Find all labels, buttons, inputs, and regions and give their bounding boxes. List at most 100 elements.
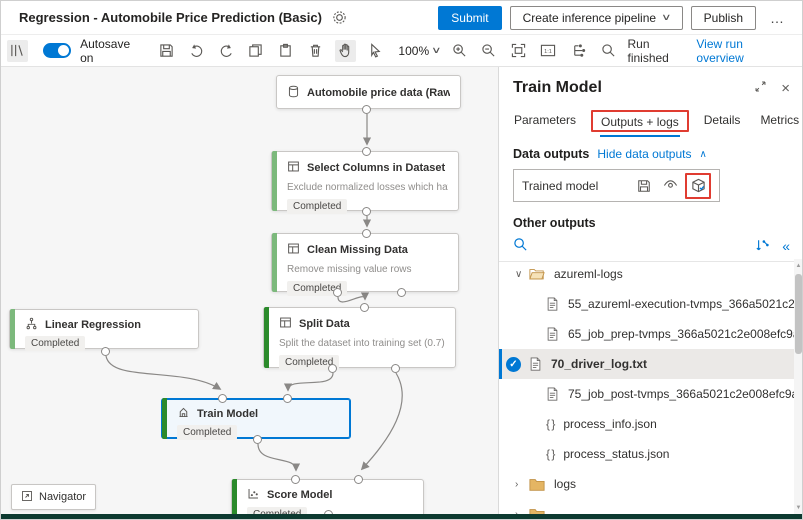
tree-label: logs	[554, 477, 576, 491]
close-panel-icon[interactable]: ×	[781, 81, 790, 96]
tab-outputs-logs[interactable]: Outputs + logs	[600, 109, 680, 137]
submit-button[interactable]: Submit	[438, 6, 501, 30]
svg-text:1:1: 1:1	[545, 49, 553, 55]
collapse-all-icon[interactable]: «	[782, 238, 790, 254]
select-cursor-icon[interactable]	[365, 40, 386, 62]
tree-file-process-status[interactable]: { } process_status.json	[499, 439, 795, 469]
sort-view-icon[interactable]	[756, 238, 770, 255]
settings-gear-icon[interactable]	[332, 10, 347, 25]
zoom-out-icon[interactable]	[479, 40, 500, 62]
algorithm-tree-icon	[25, 317, 38, 333]
publish-button[interactable]: Publish	[691, 6, 756, 30]
pan-hand-icon[interactable]	[335, 40, 356, 62]
node-train-model[interactable]: Train Model Completed	[161, 398, 351, 439]
tab-parameters[interactable]: Parameters	[513, 107, 577, 135]
auto-layout-icon[interactable]	[568, 40, 589, 62]
node-linear-regression[interactable]: Linear Regression Completed	[9, 309, 199, 349]
output-port[interactable]	[391, 364, 400, 373]
preview-output-icon[interactable]	[659, 175, 681, 197]
input-port[interactable]	[218, 394, 227, 403]
pipeline-canvas[interactable]: Automobile price data (Raw) Select Colum…	[1, 67, 498, 514]
input-port[interactable]	[362, 229, 371, 238]
tree-label: process_status.json	[563, 447, 669, 461]
hide-data-outputs-link[interactable]: Hide data outputs	[597, 147, 691, 161]
tab-metrics[interactable]: Metrics	[759, 107, 800, 135]
input-port[interactable]	[360, 303, 369, 312]
table-icon	[287, 160, 300, 176]
node-automobile-price-data[interactable]: Automobile price data (Raw)	[276, 75, 461, 109]
scroll-down-icon[interactable]: ▼	[794, 501, 803, 514]
expand-panel-icon[interactable]	[754, 80, 767, 96]
output-port[interactable]	[362, 105, 371, 114]
input-port[interactable]	[354, 475, 363, 484]
node-select-columns[interactable]: Select Columns in Dataset Exclude normal…	[271, 151, 459, 211]
undo-icon[interactable]	[186, 40, 207, 62]
output-port[interactable]	[333, 288, 342, 297]
scrollbar-thumb[interactable]	[795, 274, 802, 354]
input-port[interactable]	[362, 147, 371, 156]
navigator-button[interactable]: Navigator	[11, 484, 96, 510]
output-port[interactable]	[397, 288, 406, 297]
save-output-icon[interactable]	[633, 175, 655, 197]
tree-label: 65_job_prep-tvmps_366a5021c2e008efc9a8ef…	[568, 327, 795, 341]
zoom-to-fit-icon[interactable]	[508, 40, 529, 62]
input-port[interactable]	[283, 394, 292, 403]
output-port[interactable]	[362, 207, 371, 216]
status-badge: Completed	[177, 425, 237, 440]
zoom-level-dropdown[interactable]: 100%∨	[398, 44, 439, 58]
chevron-right-icon[interactable]: ›	[515, 479, 529, 490]
more-options-button[interactable]: …	[764, 10, 792, 26]
tab-details[interactable]: Details	[703, 107, 742, 135]
tree-label: 75_job_post-tvmps_366a5021c2e008efc9a8ef…	[568, 387, 795, 401]
file-icon	[546, 387, 559, 401]
scatter-chart-icon	[247, 487, 260, 503]
train-model-icon	[177, 406, 190, 422]
output-port[interactable]	[101, 347, 110, 356]
file-icon	[546, 297, 559, 311]
zoom-in-icon[interactable]	[449, 40, 470, 62]
delete-icon[interactable]	[305, 40, 326, 62]
tree-label: 70_driver_log.txt	[551, 357, 647, 371]
tree-folder-logs[interactable]: › logs	[499, 469, 795, 499]
node-title: Linear Regression	[45, 319, 141, 331]
chevron-down-icon[interactable]: ∨	[515, 269, 529, 280]
actual-size-icon[interactable]: 1:1	[538, 40, 559, 62]
node-clean-missing-data[interactable]: Clean Missing Data Remove missing value …	[271, 233, 459, 292]
node-split-data[interactable]: Split Data Split the dataset into traini…	[263, 307, 456, 368]
status-badge: Completed	[25, 336, 85, 351]
view-run-overview-link[interactable]: View run overview	[696, 37, 788, 65]
asset-library-icon[interactable]	[7, 40, 28, 62]
copy-icon[interactable]	[246, 40, 267, 62]
tree-folder-azureml-logs[interactable]: ∨ azureml-logs	[499, 259, 795, 289]
toolbar: Autosave on 100%∨ 1:1 Run finished View …	[1, 35, 802, 67]
save-icon[interactable]	[156, 40, 177, 62]
autosave-label: Autosave on	[80, 37, 143, 65]
tree-scrollbar[interactable]: ▲ ▼	[794, 259, 803, 514]
search-icon[interactable]	[513, 237, 528, 255]
folder-open-icon	[529, 267, 545, 281]
tree-file-process-info[interactable]: { } process_info.json	[499, 409, 795, 439]
tree-folder-partial[interactable]: ›	[499, 499, 795, 514]
tree-file-70-driver-log[interactable]: ✓ 70_driver_log.txt	[499, 349, 795, 379]
redo-icon[interactable]	[216, 40, 237, 62]
tree-file-65-job-prep[interactable]: 65_job_prep-tvmps_366a5021c2e008efc9a8ef…	[499, 319, 795, 349]
register-model-icon[interactable]	[687, 175, 709, 197]
other-outputs-heading: Other outputs	[499, 202, 803, 230]
output-port[interactable]	[324, 510, 333, 514]
search-icon[interactable]	[598, 40, 619, 62]
annotation-register-icon	[685, 173, 711, 199]
scroll-up-icon[interactable]: ▲	[794, 259, 803, 272]
tree-label: azureml-logs	[554, 267, 623, 281]
details-panel: Train Model × Parameters Outputs + logs …	[498, 67, 803, 514]
tree-file-75-job-post[interactable]: 75_job_post-tvmps_366a5021c2e008efc9a8ef…	[499, 379, 795, 409]
output-port[interactable]	[253, 435, 262, 444]
tree-file-55-azureml-execution[interactable]: 55_azureml-execution-tvmps_366a5021c2e00…	[499, 289, 795, 319]
autosave-toggle[interactable]	[43, 43, 71, 58]
navigator-label: Navigator	[39, 491, 86, 503]
output-port[interactable]	[328, 364, 337, 373]
paste-icon[interactable]	[275, 40, 296, 62]
input-port[interactable]	[291, 475, 300, 484]
create-inference-pipeline-button[interactable]: Create inference pipeline∨	[510, 6, 683, 30]
node-score-model[interactable]: Score Model Completed	[231, 479, 424, 514]
node-subtitle: Remove missing value rows	[287, 264, 448, 275]
